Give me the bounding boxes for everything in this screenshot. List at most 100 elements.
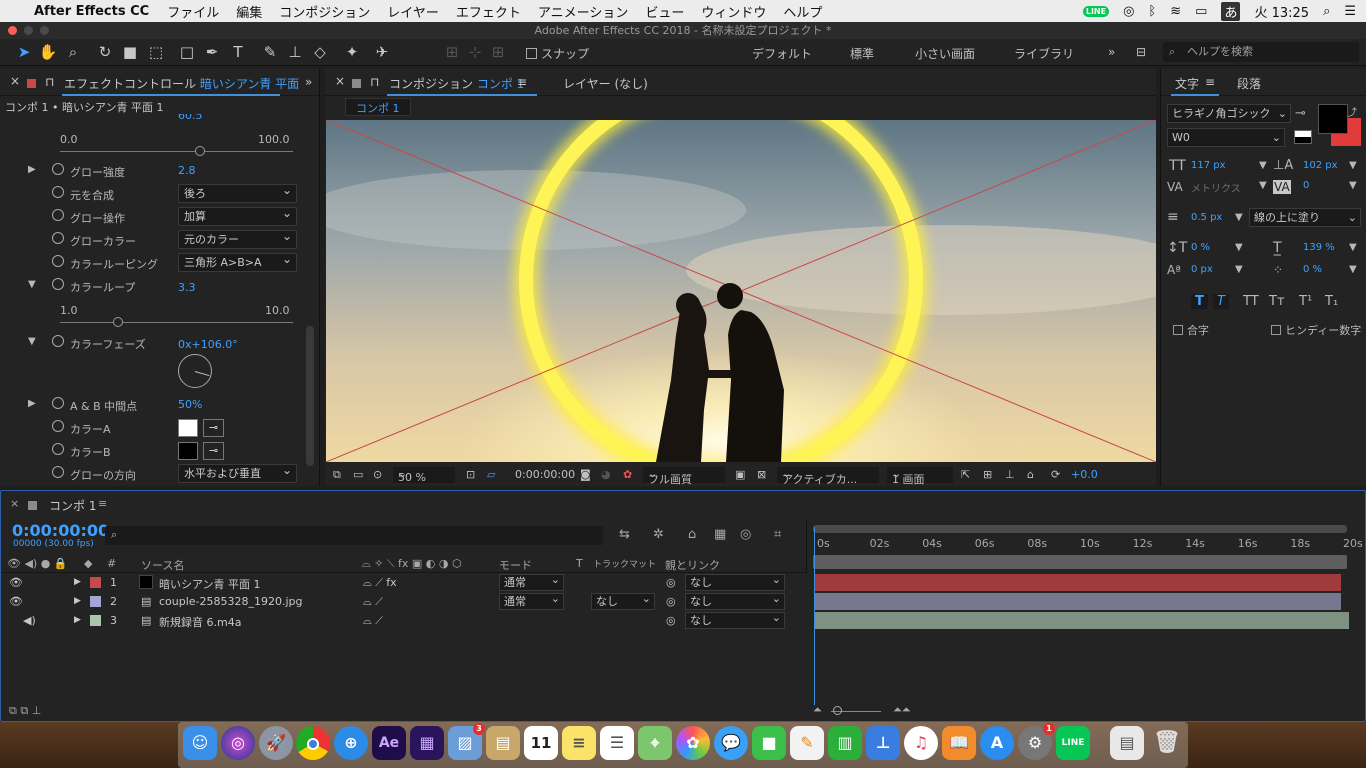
line-app-icon[interactable]: LINE bbox=[1056, 726, 1090, 760]
snap-toggle[interactable]: スナップ bbox=[526, 45, 589, 62]
keynote-icon[interactable]: ⊥ bbox=[866, 726, 900, 760]
world-axis-icon[interactable]: ⊹ bbox=[465, 42, 485, 62]
small-caps-button[interactable]: Tт bbox=[1269, 294, 1285, 309]
local-axis-icon[interactable]: ⊞ bbox=[442, 42, 462, 62]
safari-icon[interactable]: ⊕ bbox=[334, 726, 368, 760]
stopwatch-icon[interactable] bbox=[52, 443, 64, 455]
menu-edit[interactable]: 編集 bbox=[236, 2, 262, 21]
workspace-overflow-icon[interactable]: » bbox=[1108, 45, 1115, 59]
menu-composition[interactable]: コンポジション bbox=[279, 2, 370, 21]
messages-icon[interactable]: 💬 bbox=[714, 726, 748, 760]
rectangle-tool-icon[interactable]: □ bbox=[177, 42, 197, 62]
menu-effect[interactable]: エフェクト bbox=[456, 2, 521, 21]
composite-original-select[interactable]: 後ろ bbox=[178, 182, 297, 203]
slider1-knob[interactable] bbox=[194, 146, 205, 156]
work-area-bar[interactable] bbox=[813, 525, 1347, 533]
tsume-value[interactable]: 0 % bbox=[1303, 264, 1322, 275]
pickwhip-icon[interactable]: ◎ bbox=[666, 576, 676, 589]
tracking-dropdown[interactable]: ▼ bbox=[1349, 180, 1357, 191]
calendar-icon[interactable]: 11 bbox=[524, 726, 558, 760]
faux-italic-button[interactable]: T bbox=[1213, 294, 1229, 309]
camera-view-select[interactable]: アクティブカ... ⌄ bbox=[777, 467, 879, 486]
expand-triangle-icon[interactable]: ▶ bbox=[74, 577, 81, 587]
creative-cloud-icon[interactable]: ◎ bbox=[1123, 4, 1134, 19]
maps-icon[interactable]: ⌖ bbox=[638, 726, 672, 760]
app-menu[interactable]: After Effects CC bbox=[34, 4, 149, 19]
hand-tool-icon[interactable]: ✋ bbox=[38, 42, 58, 62]
toggle-switches-icon[interactable]: ⧉ ⧉ ⊥ bbox=[9, 704, 41, 718]
time-ruler[interactable]: 0s 02s 04s 06s 08s 10s 12s 14s 16s 18s 20s bbox=[806, 521, 1363, 573]
glow-dimensions-select[interactable]: 水平および垂直 bbox=[178, 462, 297, 483]
expand-triangle-icon[interactable]: ▶ bbox=[74, 596, 81, 606]
shy-layers-icon[interactable]: ⌂ bbox=[688, 527, 696, 542]
preview-icon[interactable]: ▨ 3 bbox=[448, 723, 485, 760]
close-tab-icon[interactable]: × bbox=[10, 74, 20, 88]
stroke-width-dropdown[interactable]: ▼ bbox=[1235, 212, 1243, 223]
battery-icon[interactable]: ▭ bbox=[1195, 4, 1207, 19]
view-layout-select[interactable]: 1 画面 ⌄ bbox=[887, 467, 953, 486]
composition-viewer[interactable] bbox=[326, 120, 1156, 462]
layer-switches[interactable]: ⌓ ⟋ bbox=[363, 614, 383, 628]
trash-icon[interactable]: 🗑 bbox=[1150, 726, 1184, 760]
fast-draft-icon[interactable]: ⊞ bbox=[983, 468, 992, 481]
fill-color-swatch[interactable] bbox=[1318, 104, 1348, 134]
photos-icon[interactable]: ✿ bbox=[676, 726, 710, 760]
grid-guides-icon[interactable]: ⊠ bbox=[757, 468, 766, 481]
default-colors-icon[interactable] bbox=[1294, 130, 1312, 144]
layer-row-1[interactable]: 👁 ▶ 1 暗いシアン青 平面 1 ⌓ ⟋ fx 通常 ◎ なし bbox=[1, 572, 806, 592]
layer-name[interactable]: 暗いシアン青 平面 1 bbox=[159, 576, 261, 592]
minimize-window-button[interactable] bbox=[24, 26, 33, 35]
parent-select[interactable]: なし bbox=[685, 591, 785, 610]
kerning-select[interactable]: メトリクス bbox=[1191, 180, 1241, 195]
brush-tool-icon[interactable]: ✎ bbox=[260, 42, 280, 62]
paragraph-tab[interactable]: 段落 bbox=[1237, 75, 1261, 92]
comp-mini-flowchart-icon[interactable]: ⇆ bbox=[619, 527, 630, 542]
horizontal-scale-dropdown[interactable]: ▼ bbox=[1349, 242, 1357, 253]
glow-radius-value[interactable]: 60.5 bbox=[178, 114, 203, 122]
reset-exposure-icon[interactable]: ⟳ bbox=[1051, 468, 1060, 481]
leading-dropdown[interactable]: ▼ bbox=[1349, 160, 1357, 171]
stopwatch-icon[interactable] bbox=[52, 232, 64, 244]
layer-mode-select[interactable]: 通常 bbox=[499, 572, 564, 591]
font-size-value[interactable]: 117 px bbox=[1191, 160, 1226, 171]
parent-link-header[interactable]: 親とリンク bbox=[665, 557, 720, 573]
effect-controls-tab[interactable]: エフェクトコントロール 暗いシアン青 平面 bbox=[64, 75, 299, 92]
ab-midpoint-value[interactable]: 50% bbox=[178, 398, 202, 411]
pickwhip-icon[interactable]: ◎ bbox=[666, 614, 676, 627]
layer-mode-select[interactable]: 通常 bbox=[499, 591, 564, 610]
stopwatch-icon[interactable] bbox=[52, 278, 64, 290]
after-effects-icon[interactable]: Ae bbox=[372, 726, 406, 760]
app-store-icon[interactable]: A bbox=[980, 726, 1014, 760]
exposure-value[interactable]: +0.0 bbox=[1071, 468, 1098, 481]
facetime-icon[interactable]: ■ bbox=[752, 726, 786, 760]
layer-name[interactable]: couple-2585328_1920.jpg bbox=[159, 595, 303, 608]
pickwhip-icon[interactable]: ◎ bbox=[666, 595, 676, 608]
menu-view[interactable]: ビュー bbox=[645, 2, 684, 21]
all-caps-button[interactable]: TT bbox=[1243, 294, 1259, 309]
bluetooth-icon[interactable]: ᛒ bbox=[1148, 4, 1156, 19]
stopwatch-icon[interactable] bbox=[52, 420, 64, 432]
motion-blur-icon[interactable]: ◎ bbox=[740, 527, 751, 542]
stopwatch-icon[interactable] bbox=[52, 186, 64, 198]
source-name-header[interactable]: ソース名 bbox=[141, 557, 184, 573]
eyedropper-icon[interactable]: ⊸ bbox=[203, 419, 224, 437]
comp-subtab[interactable]: コンポ 1 bbox=[345, 98, 411, 116]
workspace-default[interactable]: デフォルト bbox=[752, 45, 812, 62]
ligature-checkbox[interactable]: 合字 bbox=[1173, 322, 1209, 338]
mode-header[interactable]: モード bbox=[499, 557, 532, 573]
vertical-scale-value[interactable]: 0 % bbox=[1191, 242, 1210, 253]
glow-colors-select[interactable]: 元のカラー bbox=[178, 228, 297, 249]
roto-brush-tool-icon[interactable]: ✦ bbox=[342, 42, 362, 62]
toggle-pixel-aspect-icon[interactable]: ⇱ bbox=[961, 468, 970, 481]
zoom-slider-knob[interactable] bbox=[833, 706, 842, 715]
panel-menu-icon[interactable]: ≡ bbox=[1205, 75, 1215, 89]
transparency-grid-icon[interactable]: ▱ bbox=[487, 468, 495, 481]
music-icon[interactable]: ♫ bbox=[904, 726, 938, 760]
layer-name[interactable]: 新規録音 6.m4a bbox=[159, 614, 241, 630]
hindi-digits-checkbox[interactable]: ヒンディー数字 bbox=[1271, 322, 1361, 338]
finder-icon[interactable]: ☺ bbox=[183, 726, 217, 760]
track-matte-select[interactable]: なし bbox=[591, 591, 655, 610]
timeline-current-time[interactable]: 0:00:00:00 bbox=[12, 521, 109, 540]
character-tab[interactable]: 文字 bbox=[1175, 75, 1199, 92]
puppet-tool-icon[interactable]: ✈ bbox=[372, 42, 392, 62]
